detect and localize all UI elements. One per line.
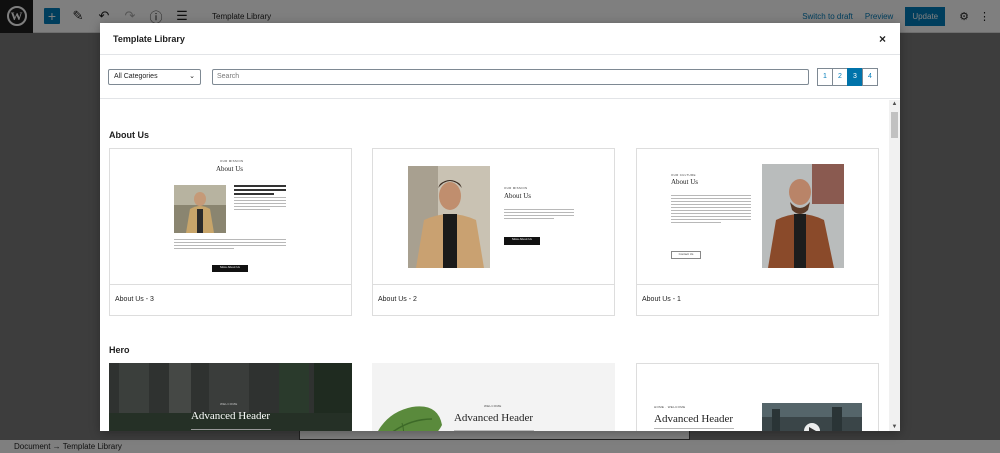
scroll-thumb[interactable] bbox=[891, 112, 898, 138]
template-library-modal: Template Library × All Categories ⌄ Sear… bbox=[100, 23, 900, 431]
section-title-about-us: About Us bbox=[109, 130, 149, 140]
modal-title: Template Library bbox=[113, 33, 185, 44]
portrait-image bbox=[174, 185, 226, 233]
search-input[interactable]: Search bbox=[212, 68, 809, 85]
scroll-down-icon[interactable]: ▼ bbox=[889, 424, 900, 430]
hero-heading: Advanced Header bbox=[654, 413, 734, 425]
pagination: 1 2 3 4 bbox=[817, 68, 878, 86]
category-select[interactable]: All Categories ⌄ bbox=[108, 68, 201, 85]
template-card-about-us-3[interactable]: OUR MISSION About Us More About Us About… bbox=[109, 148, 352, 316]
template-card-hero-3[interactable]: HOME · WELCOME Advanced Header bbox=[636, 363, 879, 431]
template-card-about-us-1[interactable]: OUR CULTURE About Us Contact Us About Us… bbox=[636, 148, 879, 316]
portrait-image bbox=[408, 166, 490, 268]
template-card-label: About Us - 1 bbox=[642, 296, 681, 303]
template-preview: WELCOME Advanced Header bbox=[372, 363, 615, 431]
page-button-3[interactable]: 3 bbox=[847, 68, 863, 86]
template-card-hero-1[interactable]: WELCOME Advanced Header bbox=[109, 363, 352, 431]
chevron-down-icon: ⌄ bbox=[189, 72, 195, 80]
category-select-value: All Categories bbox=[114, 72, 158, 80]
page-button-4[interactable]: 4 bbox=[862, 68, 878, 86]
template-preview: OUR CULTURE About Us Contact Us bbox=[637, 149, 878, 285]
template-preview: OUR MISSION About Us More About Us bbox=[110, 149, 351, 285]
scroll-up-icon[interactable]: ▲ bbox=[889, 101, 900, 107]
portrait-image bbox=[762, 164, 844, 268]
hero-heading: Advanced Header bbox=[453, 412, 534, 424]
template-card-hero-2[interactable]: WELCOME Advanced Header bbox=[372, 363, 615, 431]
template-card-label: About Us - 2 bbox=[378, 296, 417, 303]
template-card-about-us-2[interactable]: OUR MISSION About Us More About Us About… bbox=[372, 148, 615, 316]
hero-heading: Advanced Header bbox=[190, 410, 271, 422]
section-title-hero: Hero bbox=[109, 345, 130, 355]
page-button-1[interactable]: 1 bbox=[817, 68, 833, 86]
filter-bar: All Categories ⌄ Search 1 2 3 4 bbox=[100, 55, 900, 99]
template-preview: WELCOME Advanced Header bbox=[109, 363, 352, 431]
video-thumbnail[interactable] bbox=[762, 403, 862, 431]
modal-header: Template Library × bbox=[100, 23, 900, 55]
close-icon[interactable]: × bbox=[879, 32, 886, 46]
modal-scrollbar[interactable]: ▲ ▼ bbox=[889, 100, 900, 431]
template-preview: OUR MISSION About Us More About Us bbox=[373, 149, 614, 285]
template-card-label: About Us - 3 bbox=[115, 296, 154, 303]
template-grid: About Us OUR MISSION About Us More About… bbox=[100, 100, 900, 431]
template-preview: HOME · WELCOME Advanced Header bbox=[637, 364, 878, 431]
page-button-2[interactable]: 2 bbox=[832, 68, 848, 86]
